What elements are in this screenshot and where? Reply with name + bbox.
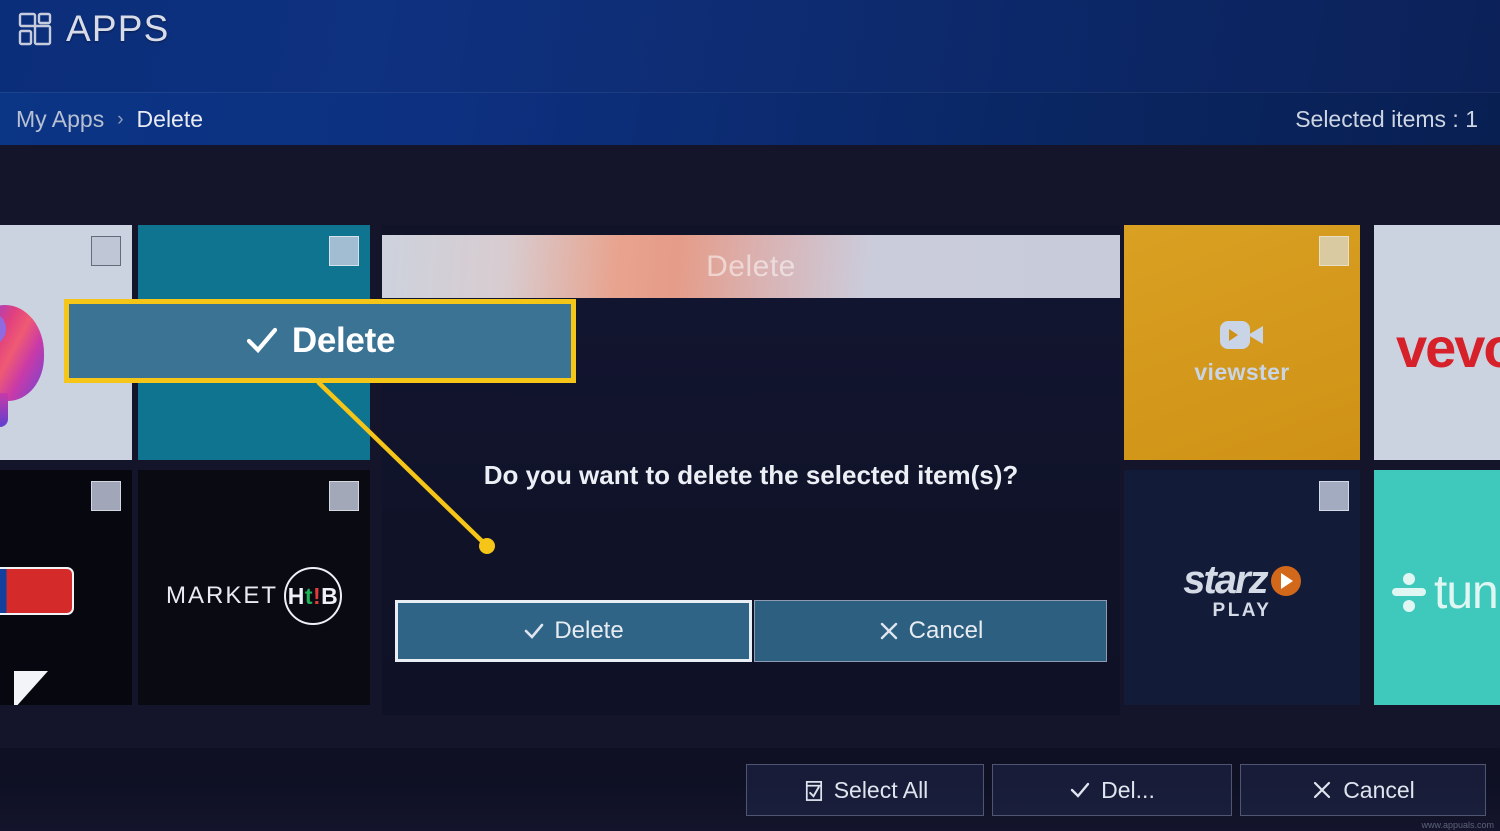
breadcrumb-item-my-apps[interactable]: My Apps [16, 106, 104, 133]
page-title: APPS [66, 8, 170, 49]
dialog-message: Do you want to delete the selected item(… [483, 460, 1019, 490]
tunein-label: tun [1434, 566, 1499, 619]
selected-items-count: Selected items : 1 [1295, 106, 1478, 132]
tile-checkbox[interactable] [329, 236, 359, 266]
tile-checkbox[interactable] [1319, 481, 1349, 511]
toolbar-button-row: Select All Del... Cancel [746, 764, 1486, 816]
select-all-label: Select All [833, 776, 929, 803]
viewster-label: viewster [1194, 359, 1290, 385]
chevron-right-icon: › [117, 108, 124, 130]
app-tile-vevo[interactable]: vevo [1374, 225, 1500, 460]
dialog-titlebar: Delete [382, 235, 1120, 298]
breadcrumb: My Apps › Delete [16, 93, 203, 146]
mlb-badge: .TV [0, 567, 74, 705]
header-title-group: APPS [18, 8, 170, 50]
market-hub-logo: MARKET Ht! B [138, 567, 370, 625]
check-icon [523, 620, 545, 642]
app-tile-mlb-tv[interactable]: .TV [0, 470, 132, 705]
starz-play-label: PLAY [1212, 600, 1272, 621]
tile-checkbox[interactable] [91, 236, 121, 266]
video-camera-icon [1220, 321, 1264, 349]
app-tile-viewster[interactable]: viewster [1124, 225, 1360, 460]
dialog-title: Delete [706, 249, 796, 283]
swirl-logo-icon [0, 305, 44, 401]
tile-checkbox[interactable] [329, 481, 359, 511]
select-all-button[interactable]: Select All [746, 764, 984, 816]
breadcrumb-item-delete[interactable]: Delete [137, 106, 203, 133]
app-tile-market-hub[interactable]: MARKET Ht! B [138, 470, 370, 705]
checkbox-checked-icon [802, 779, 824, 801]
apps-grid: viewster vevo .TV MARKET Ht!B △△△△ CHAMP… [0, 145, 1500, 831]
apps-grid-icon [18, 12, 52, 46]
starz-logo: starz PLAY [1124, 558, 1360, 622]
watermark-credit: www.appuals.com [1421, 820, 1494, 830]
vevo-label: vevo [1396, 316, 1500, 379]
close-x-icon [1311, 779, 1333, 801]
dialog-button-row: Delete Cancel [395, 600, 1107, 662]
dialog-cancel-label: Cancel [908, 617, 984, 644]
cancel-label: Cancel [1343, 776, 1415, 803]
app-header: APPS [0, 0, 1500, 92]
viewster-logo: viewster [1124, 321, 1360, 386]
check-icon [245, 324, 279, 358]
hub-badge-icon: Ht! B [284, 567, 342, 625]
app-tile-starz-play[interactable]: starz PLAY [1124, 470, 1360, 705]
check-icon [1069, 779, 1091, 801]
bottom-toolbar: Select All Del... Cancel www.appuals.com [0, 748, 1500, 831]
market-hub-label: MARKET [165, 582, 278, 609]
breadcrumb-bar: My Apps › Delete Selected items : 1 [0, 92, 1500, 145]
app-tile-tunein[interactable]: tun [1374, 470, 1500, 705]
dialog-delete-button[interactable]: Delete [395, 600, 752, 662]
zoom-callout-label: Delete [291, 321, 396, 360]
tile-checkbox[interactable] [91, 481, 121, 511]
zoom-callout-delete-button: Delete [64, 299, 576, 383]
dialog-cancel-button[interactable]: Cancel [754, 600, 1107, 662]
swirl-logo-stem [0, 393, 8, 427]
close-x-icon [878, 620, 900, 642]
starz-label: starz [1183, 558, 1268, 602]
dialog-delete-label: Delete [554, 617, 624, 644]
play-circle-icon [1270, 565, 1301, 596]
delete-label: Del... [1101, 776, 1155, 803]
tunein-logo: tun [1392, 565, 1499, 620]
tile-checkbox[interactable] [1319, 236, 1349, 266]
tunein-mark-icon [1392, 572, 1426, 613]
delete-button[interactable]: Del... [992, 764, 1232, 816]
cancel-button[interactable]: Cancel [1240, 764, 1486, 816]
batter-silhouette-icon [14, 671, 48, 705]
